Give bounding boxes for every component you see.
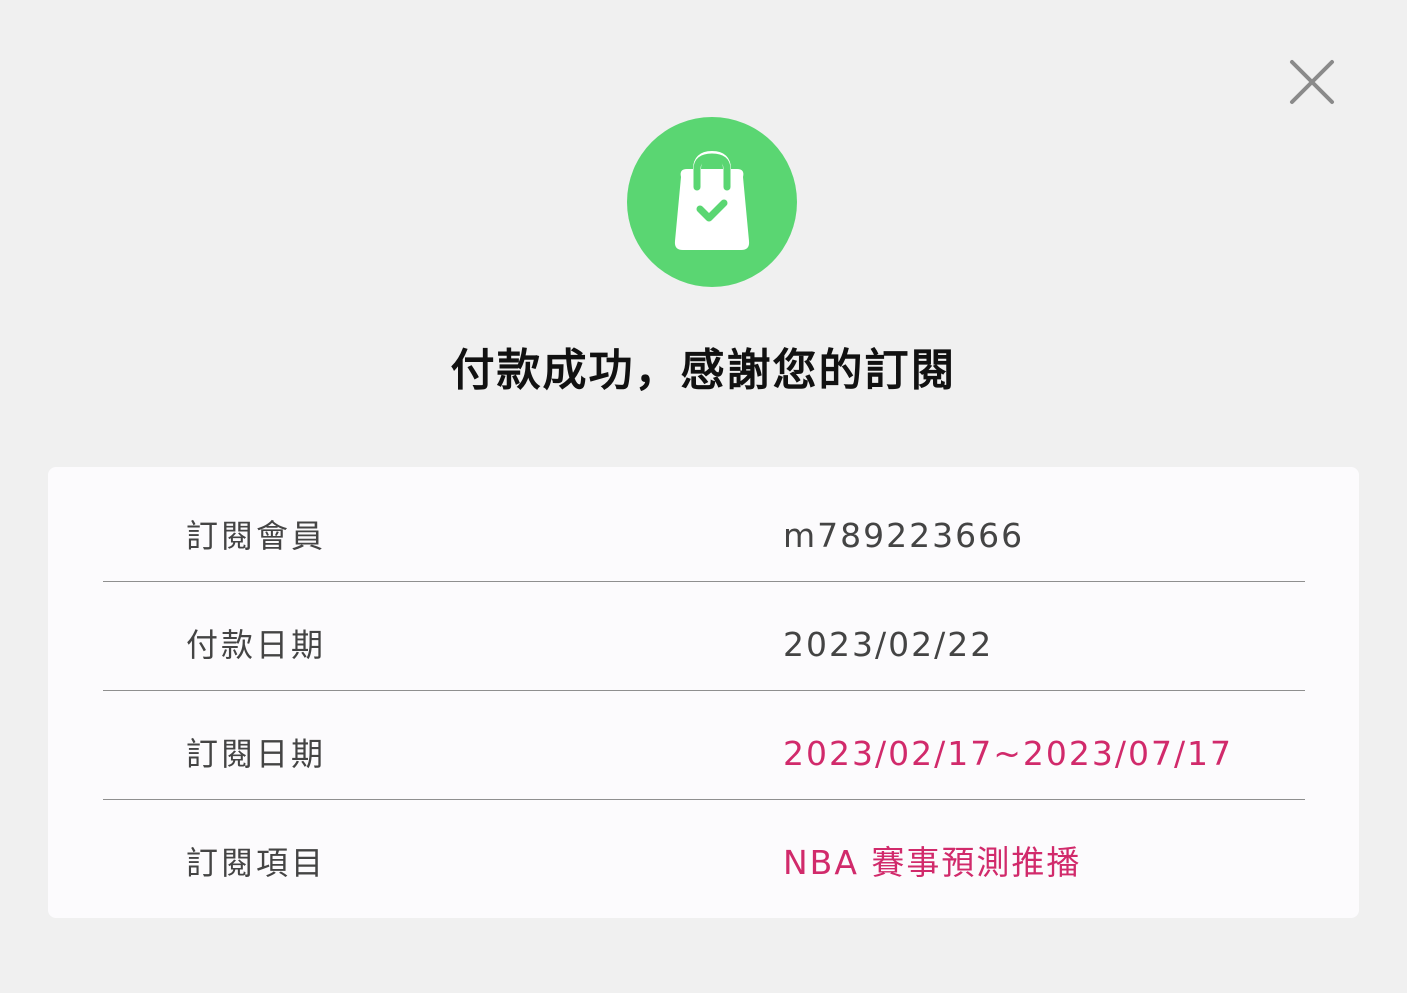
- detail-label: 訂閱日期: [186, 735, 327, 773]
- detail-value: 2023/02/17~2023/07/17: [783, 734, 1234, 773]
- detail-value: 2023/02/22: [783, 625, 994, 664]
- detail-label: 訂閱會員: [186, 517, 327, 555]
- success-title: 付款成功，感謝您的訂閱: [450, 345, 957, 396]
- detail-label: 付款日期: [186, 626, 327, 664]
- detail-row-payment-date: 付款日期 2023/02/22: [103, 582, 1305, 691]
- close-icon: [1290, 60, 1334, 104]
- payment-success-dialog: 付款成功，感謝您的訂閱 訂閱會員 m789223666 付款日期 2023/02…: [0, 0, 1407, 993]
- subscription-details-card: 訂閱會員 m789223666 付款日期 2023/02/22 訂閱日期 202…: [48, 467, 1359, 918]
- success-badge: [627, 117, 797, 287]
- close-button[interactable]: [1282, 52, 1342, 112]
- shopping-bag-check-icon: [674, 150, 750, 250]
- detail-value: NBA 賽事預測推播: [783, 843, 1082, 882]
- detail-row-subscription-period: 訂閱日期 2023/02/17~2023/07/17: [103, 691, 1305, 800]
- detail-label: 訂閱項目: [186, 844, 327, 882]
- detail-row-subscription-item: 訂閱項目 NBA 賽事預測推播: [103, 800, 1305, 909]
- detail-value: m789223666: [783, 516, 1025, 555]
- detail-row-member: 訂閱會員 m789223666: [103, 473, 1305, 582]
